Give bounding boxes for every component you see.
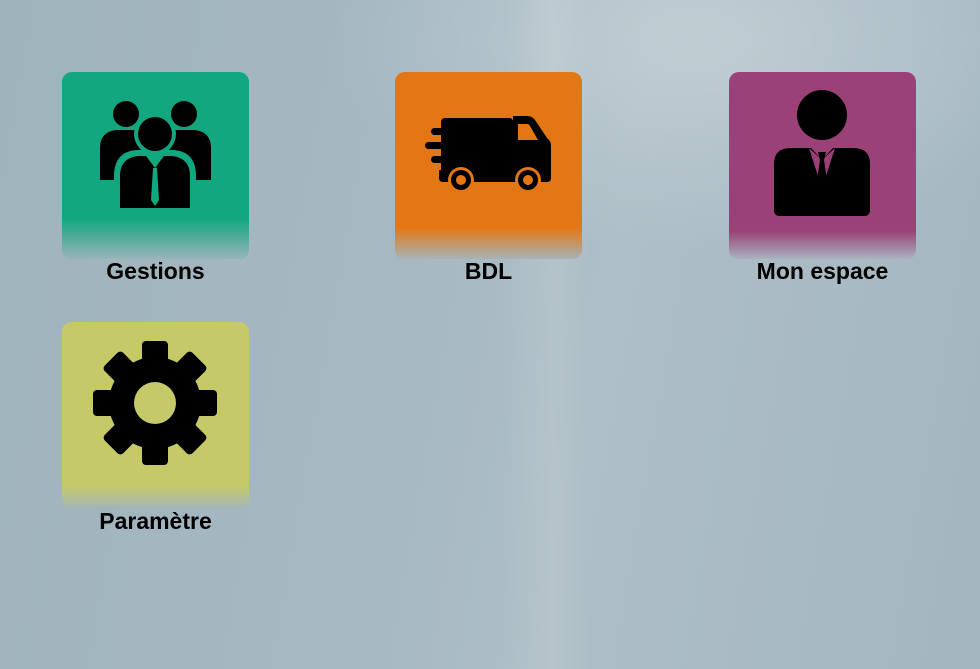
tile-label[interactable]: Gestions [62,258,249,285]
tile-label[interactable]: Paramètre [62,508,249,535]
tile-mon-espace[interactable]: Mon espace [729,72,916,286]
tile-label[interactable]: Mon espace [729,258,916,285]
tile-gestions[interactable]: Gestions [62,72,249,286]
tile-fade [62,485,249,509]
tile-bdl-box[interactable] [395,72,582,259]
tile-fade [729,231,916,259]
tile-label[interactable]: BDL [395,258,582,285]
tile-fade [62,219,249,259]
tile-gestions-box[interactable] [62,72,249,259]
gear-icon [93,341,217,465]
tile-bdl[interactable]: BDL [395,72,582,286]
tile-mon-espace-box[interactable] [729,72,916,259]
tile-fade [395,227,582,259]
tile-parametre[interactable]: Paramètre [62,322,249,536]
tile-parametre-box[interactable] [62,322,249,509]
